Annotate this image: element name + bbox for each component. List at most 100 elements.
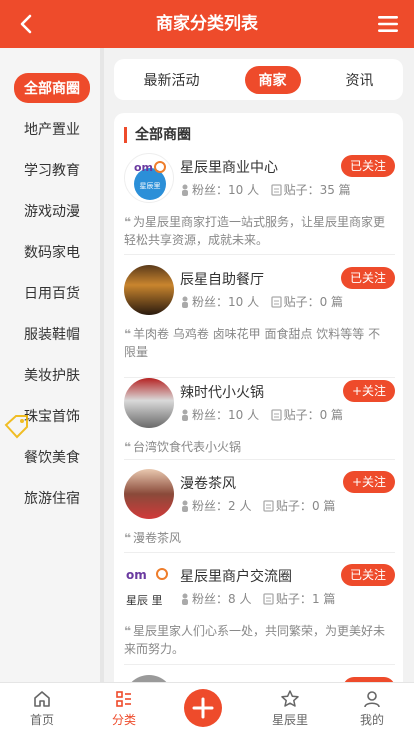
posts-label: 贴子： [275, 592, 312, 606]
fans-count: 2 人 [228, 499, 252, 513]
home-icon [34, 691, 50, 707]
merchant-description: ❝ 星辰里家人们心系一处，共同繁荣，为更美好未来而努力。 [124, 624, 386, 656]
fans-count: 10 人 [228, 295, 260, 309]
merchant-name[interactable]: 星辰里商户交流圈 [180, 566, 292, 586]
add-button[interactable] [184, 689, 222, 727]
merchant-photo [124, 265, 174, 315]
sidebar-item-label: 餐饮美食 [24, 449, 80, 466]
star-icon [281, 690, 299, 707]
sidebar-item-real-estate[interactable]: 地产置业 [0, 108, 104, 149]
follow-button[interactable]: 已关注 [340, 564, 395, 586]
fans-label: 粉丝： [192, 408, 229, 422]
sidebar-item-apparel[interactable]: 服装鞋帽 [0, 313, 104, 354]
sidebar-item-education[interactable]: 学习教育 [0, 149, 104, 190]
fans-count: 10 人 [228, 408, 260, 422]
fans-count: 10 人 [228, 183, 260, 197]
sidebar-item-label: 全部商圈 [14, 72, 90, 103]
sidebar-item-beauty[interactable]: 美妆护肤 [0, 354, 104, 395]
merchant-card[interactable]: om 星辰 里 星辰里商户交流圈 粉丝：8 人 贴子：1 篇 已关注 ❝ 星辰里家… [124, 562, 395, 665]
hamburger-menu-icon[interactable] [376, 12, 400, 36]
posts-count: 0 篇 [319, 408, 344, 422]
nav-profile[interactable]: 我的 [342, 689, 402, 728]
merchant-card[interactable]: 辰星自助餐厅 粉丝：10 人 贴子：0 篇 已关注 ❝ 羊肉卷 乌鸡卷 卤味花甲 … [124, 265, 395, 378]
merchant-card[interactable]: 漫卷茶风 粉丝：2 人 贴子：0 篇 +关注 ❝ 漫卷茶风 [124, 469, 395, 553]
nav-home[interactable]: 首页 [12, 689, 72, 728]
follow-button[interactable]: +关注 [342, 380, 395, 402]
sidebar-item-label: 游戏动漫 [24, 203, 80, 220]
merchant-stats: 粉丝：2 人 贴子：0 篇 [180, 497, 335, 514]
quote-icon: ❝ [124, 327, 132, 341]
content-tabs: 最新活动 商家 资讯 [114, 59, 403, 100]
posts-label: 贴子： [283, 408, 320, 422]
user-icon [182, 184, 188, 196]
merchant-description: ❝ 漫卷茶风 [124, 531, 182, 545]
sidebar-item-food[interactable]: 餐饮美食 [0, 436, 104, 477]
merchant-list-panel: 全部商圈 om 星辰里 星辰里商业中心 粉丝：10 人 贴子：35 篇 已关注 … [114, 113, 403, 682]
document-icon [270, 409, 282, 421]
merchant-photo [124, 378, 174, 428]
merchant-description: ❝ 台湾饮食代表小火锅 [124, 440, 242, 454]
category-sidebar: 全部商圈 地产置业 学习教育 游戏动漫 数码家电 日用百货 服装鞋帽 美妆护肤 … [0, 48, 104, 682]
sidebar-item-label: 旅游住宿 [24, 490, 80, 507]
merchant-name[interactable]: 星辰里商业中心 [180, 157, 278, 177]
merchant-stats: 粉丝：8 人 贴子：1 篇 [180, 590, 335, 607]
fans-label: 粉丝： [192, 295, 229, 309]
nav-xingchenli[interactable]: 星辰里 [260, 689, 320, 728]
sidebar-item-label: 日用百货 [24, 285, 80, 302]
merchant-logo: om 星辰 里 [124, 562, 174, 612]
profile-icon [364, 691, 380, 708]
posts-count: 1 篇 [311, 592, 336, 606]
top-app-bar: 商家分类列表 [0, 0, 414, 48]
merchant-photo [124, 469, 174, 519]
follow-button[interactable]: +关注 [342, 471, 395, 493]
sidebar-item-daily-goods[interactable]: 日用百货 [0, 272, 104, 313]
merchant-name[interactable]: 辣时代小火锅 [180, 382, 264, 402]
nav-category[interactable]: 分类 [94, 689, 154, 728]
sidebar-item-all[interactable]: 全部商圈 [0, 67, 104, 108]
posts-label: 贴子： [283, 295, 320, 309]
nav-label: 分类 [111, 713, 136, 727]
user-icon [182, 593, 188, 605]
follow-button[interactable]: 已关注 [340, 155, 395, 177]
quote-icon: ❝ [124, 624, 132, 638]
merchant-stats: 粉丝：10 人 贴子：0 篇 [180, 293, 343, 310]
merchant-card[interactable]: 辣时代小火锅 粉丝：10 人 贴子：0 篇 +关注 ❝ 台湾饮食代表小火锅 [124, 378, 395, 460]
sidebar-item-games-anime[interactable]: 游戏动漫 [0, 190, 104, 231]
document-icon [270, 296, 282, 308]
merchant-card[interactable]: 圈圈 [124, 675, 395, 682]
quote-icon: ❝ [124, 531, 132, 545]
fans-label: 粉丝： [192, 183, 229, 197]
tab-news[interactable]: 资讯 [332, 66, 388, 94]
fans-count: 8 人 [228, 592, 252, 606]
merchant-description: ❝ 为星辰里商家打造一站式服务，让星辰里商家更轻松共享资源，成就未来。 [124, 215, 386, 247]
document-icon [270, 184, 282, 196]
posts-count: 0 篇 [311, 499, 336, 513]
sidebar-item-travel[interactable]: 旅游住宿 [0, 477, 104, 518]
nav-label: 星辰里 [271, 713, 308, 727]
document-icon [263, 593, 274, 605]
category-icon [116, 691, 131, 707]
sidebar-item-label: 美妆护肤 [24, 367, 80, 384]
sidebar-item-label: 服装鞋帽 [24, 326, 80, 343]
user-icon [182, 296, 188, 308]
coupon-tag-icon[interactable] [2, 413, 30, 441]
document-icon [263, 500, 274, 512]
sidebar-item-electronics[interactable]: 数码家电 [0, 231, 104, 272]
tab-merchants[interactable]: 商家 [244, 65, 301, 94]
nav-label: 首页 [29, 713, 54, 727]
follow-button[interactable]: 已关注 [340, 267, 395, 289]
merchant-logo: om 星辰里 [124, 153, 174, 203]
sidebar-item-label: 学习教育 [24, 162, 80, 179]
quote-icon: ❝ [124, 215, 132, 229]
merchant-stats: 粉丝：10 人 贴子：0 篇 [180, 406, 343, 423]
tab-latest-activity[interactable]: 最新活动 [130, 66, 214, 94]
posts-count: 0 篇 [319, 295, 344, 309]
svg-text:星辰 里: 星辰 里 [126, 594, 163, 607]
merchant-name[interactable]: 辰星自助餐厅 [180, 269, 264, 289]
merchant-stats: 粉丝：10 人 贴子：35 篇 [180, 181, 351, 198]
merchant-name[interactable]: 漫卷茶风 [180, 473, 236, 493]
sidebar-scrollbar[interactable] [100, 48, 104, 682]
merchant-card[interactable]: om 星辰里 星辰里商业中心 粉丝：10 人 贴子：35 篇 已关注 ❝ 为星辰里… [124, 153, 395, 255]
bottom-navigation: 首页 分类 星辰里 我的 [0, 682, 414, 736]
sidebar-item-label: 数码家电 [24, 244, 80, 261]
